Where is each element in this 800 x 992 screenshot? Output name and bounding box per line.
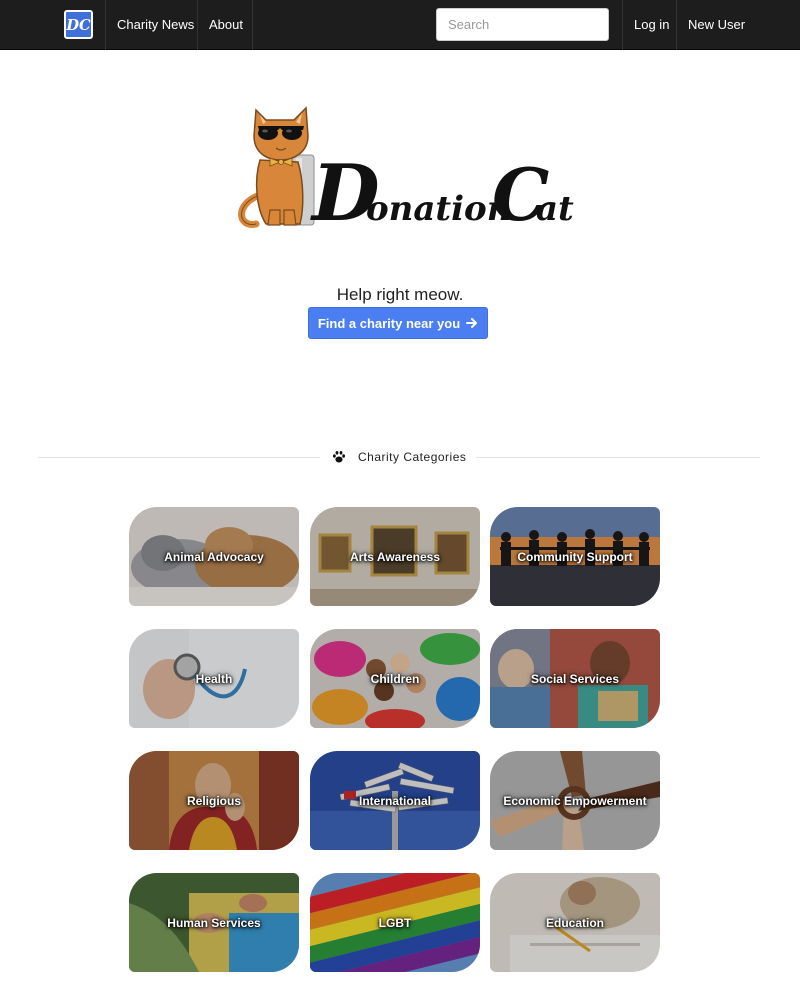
category-tile-human-services[interactable]: Human Services	[129, 873, 299, 972]
category-tile-lgbt[interactable]: LGBT	[310, 873, 480, 972]
category-tile-international[interactable]: International	[310, 751, 480, 850]
category-label: International	[358, 793, 431, 808]
svg-text:at: at	[536, 189, 574, 229]
category-label: Education	[545, 915, 604, 930]
category-label: Economic Empowerment	[503, 793, 647, 808]
category-label: LGBT	[378, 915, 412, 930]
donationcat-logo: D onation C at	[230, 100, 580, 239]
svg-text:DC: DC	[66, 17, 91, 34]
category-label: Health	[195, 671, 233, 686]
category-tile-arts-awareness[interactable]: Arts Awareness	[310, 507, 480, 606]
category-tile-health[interactable]: Health	[129, 629, 299, 728]
section-header: Charity Categories	[332, 448, 466, 466]
nav-divider	[622, 0, 623, 50]
section-divider-left	[38, 457, 320, 458]
find-charity-label: Find a charity near you	[317, 315, 461, 331]
login-link[interactable]: Log in	[634, 0, 669, 50]
nav-divider	[252, 0, 253, 50]
category-label: Social Services	[530, 671, 620, 686]
arrow-right-icon	[466, 318, 478, 328]
svg-text:onation: onation	[366, 189, 511, 229]
nav-divider	[676, 0, 677, 50]
category-label: Community Support	[517, 549, 633, 564]
brand-logo-icon[interactable]: DC	[64, 10, 93, 39]
hero-tagline: Help right meow.	[336, 285, 464, 304]
category-tile-children[interactable]: Children	[310, 629, 480, 728]
top-navbar: DC Charity News About Log in New User	[0, 0, 800, 50]
category-label: Arts Awareness	[349, 549, 441, 564]
new-user-link[interactable]: New User	[688, 0, 745, 50]
nav-divider	[197, 0, 198, 50]
paw-icon	[333, 451, 345, 463]
find-charity-button[interactable]: Find a charity near you	[308, 307, 488, 339]
category-tile-economic-empowerment[interactable]: Economic Empowerment	[490, 751, 660, 850]
category-tile-education[interactable]: Education	[490, 873, 660, 972]
category-tile-community-support[interactable]: Community Support	[490, 507, 660, 606]
section-title: Charity Categories	[358, 450, 467, 464]
nav-divider	[105, 0, 106, 50]
category-label: Religious	[186, 793, 241, 808]
section-divider-right	[476, 457, 760, 458]
nav-link-about[interactable]: About	[209, 0, 243, 50]
category-label: Animal Advocacy	[164, 549, 264, 564]
search-input[interactable]	[436, 8, 609, 41]
nav-link-charity-news[interactable]: Charity News	[117, 0, 194, 50]
category-tile-animal-advocacy[interactable]: Animal Advocacy	[129, 507, 299, 606]
category-tile-religious[interactable]: Religious	[129, 751, 299, 850]
category-label: Human Services	[167, 915, 261, 930]
category-label: Children	[370, 671, 420, 686]
category-tile-social-services[interactable]: Social Services	[490, 629, 660, 728]
